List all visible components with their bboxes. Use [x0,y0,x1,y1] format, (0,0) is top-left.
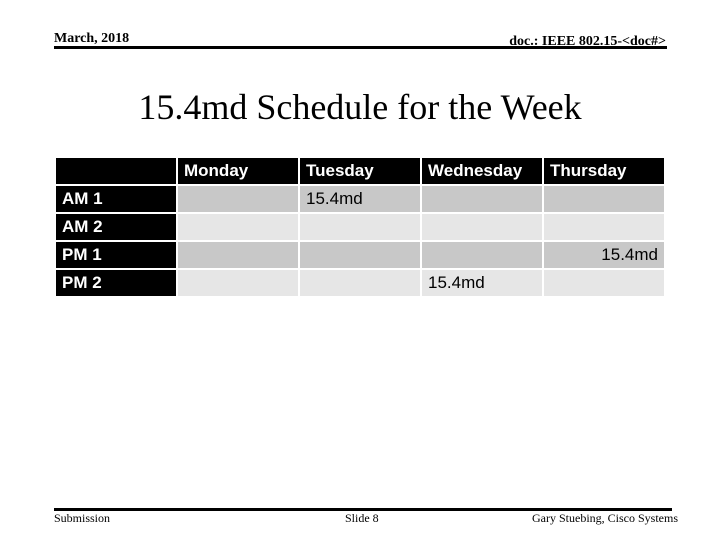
table-cell [178,270,298,296]
table-cell [544,270,664,296]
table-cell [178,242,298,268]
table-cell: 15.4md [544,242,664,268]
table-cell [422,214,542,240]
column-header-tuesday: Tuesday [300,158,420,184]
row-label: AM 2 [56,214,176,240]
column-header-wednesday: Wednesday [422,158,542,184]
table-cell [544,214,664,240]
header-date: March, 2018 [54,31,130,46]
footer-submission: Submission [54,511,111,525]
row-label: PM 2 [56,270,176,296]
footer-author: Gary Stuebing, Cisco Systems [532,511,678,525]
table-cell: 15.4md [300,186,420,212]
column-header-monday: Monday [178,158,298,184]
column-header-blank [56,158,176,184]
table-cell: 15.4md [422,270,542,296]
slide-title: 15.4md Schedule for the Week [138,87,582,127]
table-cell [300,214,420,240]
table-cell [178,214,298,240]
row-label: AM 1 [56,186,176,212]
table-cell [422,242,542,268]
table-row: PM 2 15.4md [56,270,664,296]
table-row: PM 1 15.4md [56,242,664,268]
column-header-thursday: Thursday [544,158,664,184]
table-cell [544,186,664,212]
footer-slide-number: Slide 8 [345,511,379,525]
header-rule [54,46,667,49]
table-cell [178,186,298,212]
table-row: AM 1 15.4md [56,186,664,212]
table-row: AM 2 [56,214,664,240]
table-cell [422,186,542,212]
table-cell [300,270,420,296]
row-label: PM 1 [56,242,176,268]
schedule-table: Monday Tuesday Wednesday Thursday AM 1 1… [54,156,666,298]
table-header-row: Monday Tuesday Wednesday Thursday [56,158,664,184]
table-cell [300,242,420,268]
